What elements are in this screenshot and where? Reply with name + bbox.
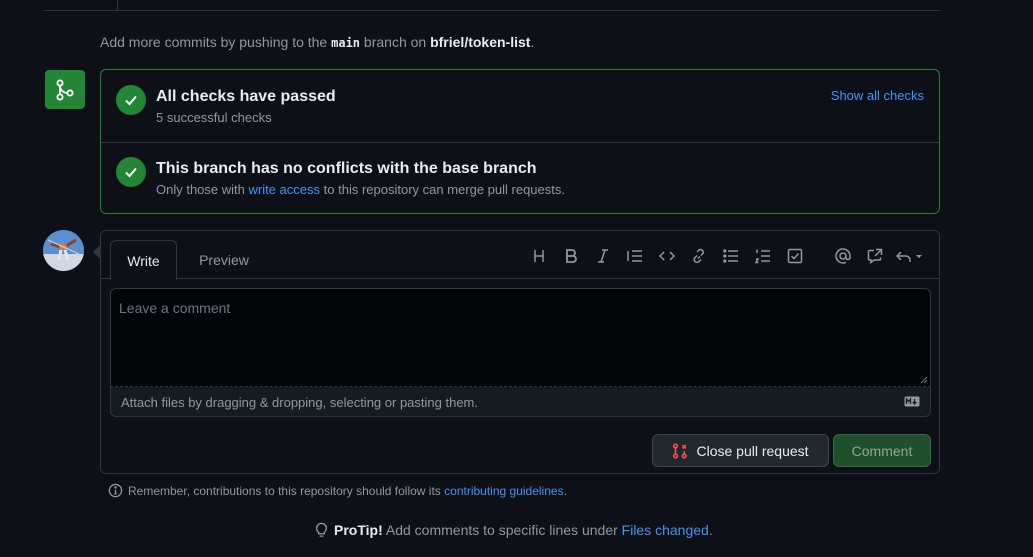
editor-tabbar: Write Preview	[101, 231, 939, 280]
italic-icon[interactable]	[592, 245, 614, 267]
heading-icon[interactable]	[528, 245, 550, 267]
hint-suffix: .	[530, 34, 535, 50]
git-merge-icon	[56, 79, 74, 100]
remember-suffix: .	[563, 483, 567, 498]
hint-middle: branch on	[363, 34, 427, 50]
timeline-connector	[117, 0, 118, 11]
protip-label: ProTip!	[334, 522, 383, 538]
git-pull-request-closed-icon	[673, 442, 688, 459]
light-bulb-icon	[315, 522, 328, 537]
push-hint: Add more commits by pushing to the main …	[100, 34, 534, 50]
task-list-icon[interactable]	[784, 245, 806, 267]
code-icon[interactable]	[656, 245, 678, 267]
branch-name: main	[331, 36, 361, 50]
close-pull-request-button[interactable]: Close pull request	[652, 434, 829, 467]
link-icon[interactable]	[688, 245, 710, 267]
panel-divider	[101, 142, 939, 143]
bold-icon[interactable]	[560, 245, 582, 267]
timeline-divider	[44, 0, 940, 11]
protip-text: Add comments to specific lines under	[385, 522, 618, 538]
comment-placeholder: Leave a comment	[119, 300, 231, 316]
comment-composer: Write Preview Leave a comment Attach fil…	[93, 230, 940, 474]
conflicts-title: This branch has no conflicts with the ba…	[156, 160, 537, 177]
avatar[interactable]	[43, 230, 84, 271]
write-access-link[interactable]: write access	[249, 182, 321, 197]
mention-icon[interactable]	[832, 245, 854, 267]
show-all-checks-link[interactable]: Show all checks	[831, 88, 924, 103]
info-icon	[108, 483, 123, 498]
unordered-list-icon[interactable]	[720, 245, 742, 267]
checks-subtitle: 5 successful checks	[156, 110, 272, 125]
resize-handle-icon[interactable]	[920, 376, 928, 384]
remember-text: Remember, contributions to this reposito…	[128, 483, 441, 498]
conflicts-sub-prefix: Only those with	[156, 182, 245, 197]
merge-status-badge	[45, 70, 85, 109]
check-passed-icon	[116, 85, 146, 115]
tab-write[interactable]: Write	[110, 240, 177, 280]
comment-input[interactable]: Leave a comment	[110, 288, 931, 387]
markdown-icon[interactable]	[904, 396, 920, 407]
conflicts-sub-suffix: to this repository can merge pull reques…	[323, 182, 565, 197]
conflicts-subtitle: Only those with write access to this rep…	[156, 182, 565, 197]
close-pr-label: Close pull request	[696, 442, 809, 459]
attach-files-text: Attach files by dragging & dropping, sel…	[121, 395, 478, 410]
contributing-notice: Remember, contributions to this reposito…	[108, 483, 567, 498]
repo-name: bfriel/token-list	[430, 34, 531, 50]
cross-reference-icon[interactable]	[864, 245, 886, 267]
ordered-list-icon[interactable]	[752, 245, 774, 267]
contributing-guidelines-link[interactable]: contributing guidelines	[444, 484, 563, 498]
checks-title: All checks have passed	[156, 88, 336, 105]
files-changed-link[interactable]: Files changed	[622, 522, 709, 538]
no-conflict-icon	[116, 157, 146, 187]
hint-prefix: Add more commits by pushing to the	[100, 34, 328, 50]
comment-button[interactable]: Comment	[833, 434, 931, 467]
merge-checks-panel: All checks have passed 5 successful chec…	[100, 69, 940, 214]
tab-preview[interactable]: Preview	[187, 240, 261, 280]
attach-files-bar[interactable]: Attach files by dragging & dropping, sel…	[110, 387, 931, 417]
protip-suffix: .	[708, 522, 713, 538]
protip: ProTip! Add comments to specific lines u…	[314, 522, 713, 538]
quote-icon[interactable]	[624, 245, 646, 267]
saved-replies-icon[interactable]	[896, 245, 926, 267]
